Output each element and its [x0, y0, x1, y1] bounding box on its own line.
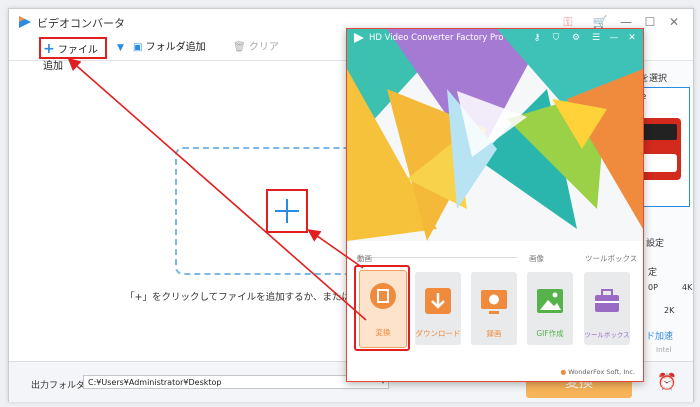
tile-record[interactable]: 録画 — [471, 272, 517, 345]
clear-label: クリア — [248, 42, 279, 53]
add-file-dropdown-icon[interactable]: ▼ — [117, 40, 124, 56]
image-icon — [537, 289, 563, 313]
footer-brand: ● WonderFox Soft, Inc. — [560, 368, 635, 376]
film-icon — [370, 283, 396, 309]
output-path-field[interactable]: C:¥Users¥Administrator¥Desktop — [83, 375, 389, 389]
trash-icon: 🗑 — [233, 42, 246, 53]
toolbox-icon — [595, 289, 619, 312]
download-icon — [425, 288, 451, 314]
add-file-button[interactable]: + ファイル追加 — [39, 37, 107, 72]
tile-convert-label: 変換 — [375, 328, 391, 337]
section-toolbox-label: ツールボックス — [585, 254, 638, 263]
screen-record-icon — [481, 290, 507, 314]
tile-gif-label: GIF作成 — [536, 329, 564, 338]
popup-title: HD Video Converter Factory Pro — [369, 33, 504, 43]
res-2k[interactable]: 2K — [664, 306, 674, 315]
cart-icon[interactable]: ⛉ — [549, 32, 563, 44]
large-plus-icon — [275, 199, 299, 223]
section-video-label: 動画 — [357, 254, 372, 263]
quality-label: 定 — [648, 268, 658, 278]
banner-art — [347, 29, 643, 241]
intel-label[interactable]: Intel — [656, 346, 672, 354]
tile-toolbox-label: ツールボックス — [584, 331, 630, 339]
res-0p[interactable]: 0P — [648, 283, 658, 292]
app-logo-icon — [19, 16, 31, 28]
clear-button[interactable]: 🗑 クリア — [233, 40, 279, 56]
plus-icon: + — [43, 41, 55, 57]
add-folder-button[interactable]: ▣ フォルダ追加 — [133, 40, 206, 56]
tile-download[interactable]: ダウンロード — [415, 272, 461, 345]
add-folder-label: フォルダ追加 — [145, 42, 206, 53]
settings-gear-icon[interactable]: ⚙ — [569, 32, 583, 44]
add-plus-button[interactable] — [266, 189, 308, 233]
popup-logo-icon — [354, 33, 364, 43]
window-title: ビデオコンバータ — [37, 17, 125, 30]
section-image-label: 画像 — [529, 254, 544, 263]
launcher-popup: HD Video Converter Factory Pro ⚷ ⛉ ⚙ ☰ —… — [346, 28, 644, 382]
folder-icon: ▣ — [133, 42, 143, 53]
popup-close-button[interactable]: ✕ — [625, 32, 639, 44]
format-select-label: を選択 — [640, 74, 668, 84]
footer-brand-text: WonderFox Soft, Inc. — [568, 368, 635, 376]
popup-minimize-button[interactable]: — — [607, 32, 621, 44]
tile-convert[interactable]: 変換 — [354, 265, 410, 351]
tile-record-label: 録画 — [486, 329, 502, 338]
tile-download-label: ダウンロード — [415, 329, 461, 338]
menu-icon[interactable]: ☰ — [589, 32, 603, 44]
key-icon[interactable]: ⚷ — [530, 32, 544, 44]
hw-accel-label[interactable]: ド加速 — [646, 329, 673, 342]
settings-label[interactable]: 設定 — [646, 236, 664, 249]
wonderfox-logo-icon: ● — [560, 368, 567, 376]
tile-toolbox[interactable]: ツールボックス — [584, 272, 630, 345]
alarm-icon[interactable]: ⏰ — [657, 372, 677, 391]
close-button[interactable]: ✕ — [665, 13, 683, 31]
tile-gif[interactable]: GIF作成 — [527, 272, 573, 345]
res-4k[interactable]: 4K — [682, 283, 692, 292]
